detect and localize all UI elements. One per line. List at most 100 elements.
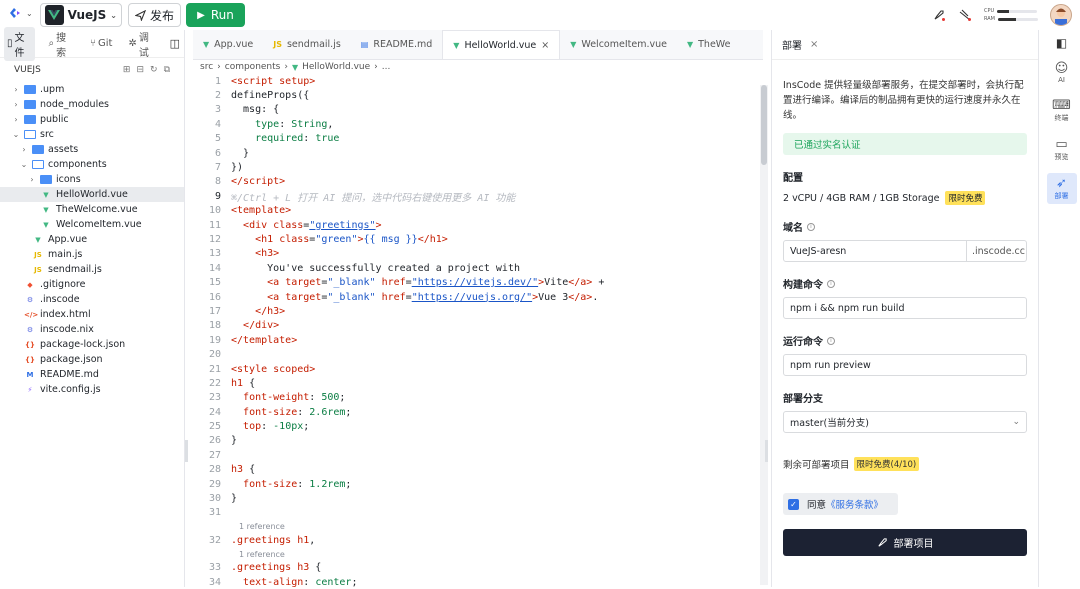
tree-item[interactable]: {} package-lock.json xyxy=(0,337,184,352)
tree-item[interactable]: ▼ TheWelcome.vue xyxy=(0,202,184,217)
tree-item[interactable]: ◆ .gitignore xyxy=(0,277,184,292)
run-command-input[interactable]: npm run preview xyxy=(783,354,1027,376)
rail-item-robot[interactable]: ☺ AI xyxy=(1047,58,1077,87)
tab-search[interactable]: ⌕ 搜索 xyxy=(45,27,77,61)
tree-item[interactable]: ▼ HelloWorld.vue xyxy=(0,187,184,202)
editor-tab[interactable]: ▼ TheWe xyxy=(677,30,741,59)
checkbox-checked-icon[interactable]: ✓ xyxy=(788,498,799,510)
breadcrumb-item[interactable]: HelloWorld.vue xyxy=(302,62,370,72)
chevron-down-icon[interactable]: ⌄ xyxy=(20,160,28,169)
code-text: } xyxy=(231,493,238,505)
line-number: 9 xyxy=(214,190,221,202)
rocket-status-icon[interactable] xyxy=(932,8,946,22)
reference-lens[interactable]: 1 reference xyxy=(193,548,763,561)
editor-tab[interactable]: ▤ README.md xyxy=(351,30,442,59)
code-text: <style scoped> xyxy=(231,363,316,375)
tree-item[interactable]: ⚙ inscode.nix xyxy=(0,322,184,337)
project-name: VueJS xyxy=(67,8,107,22)
rail-item-label: 预览 xyxy=(1054,153,1069,161)
editor-tab[interactable]: ▼ WelcomeItem.vue xyxy=(560,30,677,59)
new-file-icon[interactable]: ⊞ xyxy=(123,65,131,75)
breadcrumb-item[interactable]: components xyxy=(225,62,281,72)
project-switcher[interactable]: VueJS ⌄ xyxy=(40,3,122,27)
editor-tab[interactable]: ▼ App.vue xyxy=(193,30,263,59)
close-icon[interactable]: × xyxy=(541,40,549,51)
info-icon[interactable]: i xyxy=(807,222,815,231)
tab-files[interactable]: ▯ 文件 xyxy=(4,26,36,61)
collapse-all-icon[interactable]: ⧉ xyxy=(164,65,170,75)
branch-select[interactable]: master(当前分支) ⌄ xyxy=(783,411,1027,433)
deploy-project-button[interactable]: 部署项目 xyxy=(783,529,1027,556)
chevron-right-icon[interactable]: › xyxy=(20,145,28,154)
chevron-right-icon[interactable]: › xyxy=(12,85,20,94)
editor-tab[interactable]: JS sendmail.js xyxy=(263,30,351,59)
close-icon[interactable]: × xyxy=(810,39,818,50)
refresh-icon[interactable]: ↻ xyxy=(150,65,158,75)
tree-item[interactable]: ▼ App.vue xyxy=(0,232,184,247)
ram-bar xyxy=(998,17,1016,21)
rail-item-terminal[interactable]: ⌨ 终端 xyxy=(1047,95,1077,126)
build-command-input[interactable]: npm i && npm run build xyxy=(783,297,1027,319)
vue-file-icon: ▼ xyxy=(35,235,41,244)
tree-item[interactable]: ⌄ components xyxy=(0,157,184,172)
tree-item-label: .gitignore xyxy=(40,279,86,290)
terms-link[interactable]: 《服务条款》 xyxy=(826,500,883,511)
tab-git[interactable]: ⑂ Git xyxy=(87,36,115,51)
editor-tab[interactable]: ▼ HelloWorld.vue × xyxy=(442,30,561,59)
tree-item[interactable]: › assets xyxy=(0,142,184,157)
network-status-icon[interactable] xyxy=(958,8,972,22)
reference-lens[interactable]: 1 reference xyxy=(193,520,763,533)
breadcrumb-item[interactable]: ... xyxy=(382,62,391,72)
breadcrumb-item[interactable]: src xyxy=(200,62,213,72)
info-icon[interactable]: i xyxy=(827,279,835,288)
chevron-right-icon[interactable]: › xyxy=(28,175,36,184)
sidebar-resize-handle[interactable] xyxy=(185,440,188,462)
tree-item[interactable]: ▼ WelcomeItem.vue xyxy=(0,217,184,232)
avatar[interactable] xyxy=(1050,4,1072,26)
rail-item-monitor[interactable]: ▭ 预览 xyxy=(1047,134,1077,165)
tree-item[interactable]: ⚙ .inscode xyxy=(0,292,184,307)
remaining-label: 剩余可部署项目 xyxy=(783,460,850,471)
publish-button[interactable]: 发布 xyxy=(128,3,181,27)
tree-item[interactable]: › icons xyxy=(0,172,184,187)
terms-agreement[interactable]: ✓ 同意《服务条款》 xyxy=(783,493,898,515)
chevron-right-icon[interactable]: › xyxy=(12,115,20,124)
tree-item[interactable]: </> index.html xyxy=(0,307,184,322)
tree-item-label: public xyxy=(40,114,69,125)
tree-item[interactable]: JS sendmail.js xyxy=(0,262,184,277)
monitor-icon: ▭ xyxy=(1055,137,1068,152)
run-button[interactable]: ▶ Run xyxy=(186,3,245,27)
tree-item[interactable]: JS main.js xyxy=(0,247,184,262)
info-icon[interactable]: i xyxy=(827,336,835,345)
tree-item[interactable]: › public xyxy=(0,112,184,127)
chevron-down-icon[interactable]: ⌄ xyxy=(12,130,20,139)
app-menu-button[interactable]: ⌄ xyxy=(8,6,33,20)
line-number: 3 xyxy=(214,104,221,116)
code-line: 16 <a target="_blank" href="https://vuej… xyxy=(193,290,763,304)
publish-label: 发布 xyxy=(149,8,174,23)
panel-toggle-icon[interactable]: ◧ xyxy=(1056,36,1067,50)
domain-input[interactable]: VueJS-aresn xyxy=(783,240,967,262)
tree-item[interactable]: ⌄ src xyxy=(0,127,184,142)
code-editor[interactable]: 1 <script setup> 2 defineProps({3 msg: {4 t… xyxy=(193,74,763,589)
editor-scrollbar[interactable] xyxy=(760,85,768,585)
tree-item[interactable]: {} package.json xyxy=(0,352,184,367)
scrollbar-thumb[interactable] xyxy=(761,85,767,165)
new-folder-icon[interactable]: ⊟ xyxy=(136,65,144,75)
tree-item[interactable]: M README.md xyxy=(0,367,184,382)
tree-item[interactable]: › node_modules xyxy=(0,97,184,112)
panel-resize-handle[interactable] xyxy=(765,440,768,462)
code-text: <h1 class="green">{{ msg }}</h1> xyxy=(255,233,448,245)
code-text: .greetings h1, xyxy=(231,534,316,546)
rail-item-rocket[interactable]: ➶ 部署 xyxy=(1046,173,1077,204)
chevron-right-icon[interactable]: › xyxy=(12,100,20,109)
build-command-label: 构建命令 xyxy=(783,280,823,291)
tree-item[interactable]: ⚡ vite.config.js xyxy=(0,382,184,397)
tree-item[interactable]: › .upm xyxy=(0,82,184,97)
vue-file-icon: ▼ xyxy=(203,40,210,49)
sidebar-toggle-icon[interactable]: ◫ xyxy=(170,37,180,50)
line-number: 31 xyxy=(208,507,221,519)
tab-debug[interactable]: ✲ 调试 xyxy=(125,27,159,61)
code-text: font-size: 1.2rem; xyxy=(243,478,352,490)
line-number: 14 xyxy=(208,262,221,274)
